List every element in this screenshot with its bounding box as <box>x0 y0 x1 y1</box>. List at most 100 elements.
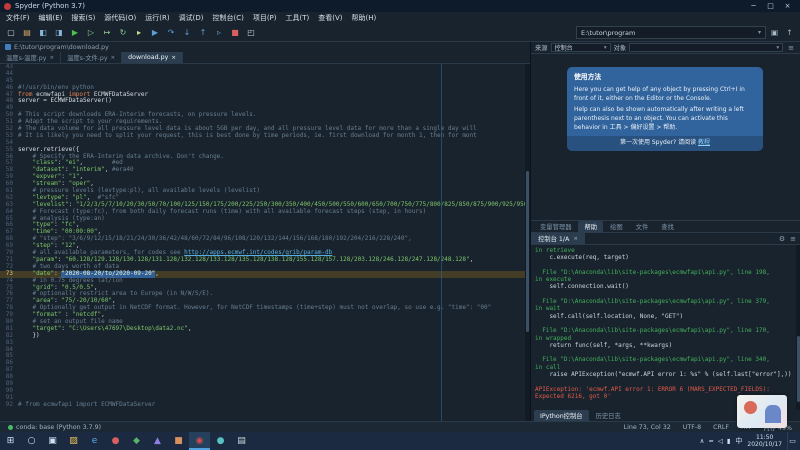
menu-item[interactable]: 编辑(E) <box>39 13 63 23</box>
menu-item[interactable]: 文件(F) <box>6 13 30 23</box>
code-line[interactable]: 88 <box>0 374 530 381</box>
menu-item[interactable]: 帮助(H) <box>352 13 377 23</box>
open-file-button[interactable]: ▤ <box>20 26 34 40</box>
menu-item[interactable]: 调试(D) <box>179 13 204 23</box>
code-line[interactable]: 87 <box>0 367 530 374</box>
code-line[interactable]: 89 <box>0 381 530 388</box>
taskbar-app[interactable]: ● <box>210 432 231 450</box>
console-tab-ipython-console[interactable]: IPython控制台 <box>534 410 589 422</box>
scrollbar-thumb[interactable] <box>526 171 529 332</box>
menu-item[interactable]: 项目(P) <box>253 13 277 23</box>
debug-button[interactable]: ▶ <box>148 26 162 40</box>
run-button[interactable]: ▶ <box>68 26 82 40</box>
editor-tab[interactable]: 温度s-温度.py× <box>0 52 61 63</box>
taskbar-app-file-explorer[interactable]: ▨ <box>63 432 84 450</box>
tutorial-link[interactable]: 教程 <box>698 139 710 146</box>
taskbar-app[interactable]: ■ <box>168 432 189 450</box>
language-indicator[interactable]: 中 <box>735 436 742 446</box>
help-toolbar: 来源 控制台 ▾ 对象 ▾ ≡ <box>531 42 800 54</box>
close-icon[interactable]: × <box>111 55 116 61</box>
taskbar-app[interactable]: ▤ <box>231 432 252 450</box>
console-tab-history-log[interactable]: 历史日志 <box>590 410 627 422</box>
help-source-combo[interactable]: 控制台 ▾ <box>551 43 611 52</box>
parent-directory-button[interactable]: ↑ <box>783 28 796 37</box>
code-line[interactable]: 81 "target": "C:\Users\47697\Desktop\dat… <box>0 326 530 333</box>
tray-network-icon[interactable]: ≈ <box>708 437 713 445</box>
code-line[interactable]: 65 # analysis (type:an) <box>0 216 530 223</box>
tray-chevron-icon[interactable]: ∧ <box>700 437 705 445</box>
console-line: in execute <box>535 276 800 283</box>
taskbar-app[interactable]: ◆ <box>126 432 147 450</box>
search-button[interactable]: ○ <box>21 432 42 450</box>
close-icon[interactable]: × <box>573 236 578 242</box>
editor-tab[interactable]: 温度s-文件.py× <box>61 52 122 63</box>
console-tab[interactable]: 控制台 1/A × <box>531 233 585 244</box>
taskbar-app-edge[interactable]: e <box>84 432 105 450</box>
step-button[interactable]: ↷ <box>164 26 178 40</box>
maximize-pane-button[interactable]: ◰ <box>244 26 258 40</box>
menu-item[interactable]: 工具(T) <box>286 13 310 23</box>
panel-tab-help[interactable]: 帮助 <box>578 221 603 233</box>
save-button[interactable]: ◧ <box>36 26 50 40</box>
code-line[interactable]: 86 <box>0 360 530 367</box>
help-object-combo[interactable]: ▾ <box>629 43 783 52</box>
minimize-button[interactable]: ─ <box>745 0 762 12</box>
tray-volume-icon[interactable]: ◁ <box>718 437 723 445</box>
code-line[interactable]: 44 <box>0 71 530 78</box>
console-scrollbar[interactable] <box>796 245 800 410</box>
code-line[interactable]: 43 <box>0 64 530 71</box>
step-return-button[interactable]: ↑ <box>196 26 210 40</box>
stop-button[interactable]: ■ <box>228 26 242 40</box>
panel-tab-variable-explorer[interactable]: 变量管理器 <box>534 221 577 233</box>
close-icon[interactable]: × <box>49 55 54 61</box>
code-line[interactable]: 54 <box>0 140 530 147</box>
code-line[interactable]: 90 <box>0 388 530 395</box>
rerun-cell-button[interactable]: ↻ <box>116 26 130 40</box>
code-editor[interactable]: 43444546#!/usr/bin/env python47from ecmw… <box>0 64 530 421</box>
action-center-icon[interactable]: ▭ <box>787 432 797 450</box>
code-line[interactable]: 48server = ECMWFDataServer() <box>0 98 530 105</box>
options-menu-icon[interactable]: ≡ <box>786 44 796 52</box>
task-view-button[interactable]: ▣ <box>42 432 63 450</box>
taskbar-app-spyder[interactable]: ◉ <box>189 432 210 450</box>
code-line[interactable]: 82 }) <box>0 333 530 340</box>
editor-scrollbar[interactable] <box>525 64 530 421</box>
continue-button[interactable]: ▹ <box>212 26 226 40</box>
menu-item[interactable]: 查看(V) <box>318 13 342 23</box>
taskbar-app[interactable]: ▲ <box>147 432 168 450</box>
panel-tab-find[interactable]: 查找 <box>655 221 680 233</box>
code-line[interactable]: 85 <box>0 353 530 360</box>
code-line[interactable]: 83 <box>0 340 530 347</box>
code-line[interactable]: 68 # "step": "3/6/9/12/15/18/21/24/30/36… <box>0 236 530 243</box>
panel-tab-plots[interactable]: 绘图 <box>604 221 629 233</box>
editor-tab[interactable]: download.py× <box>122 52 183 63</box>
menu-item[interactable]: 搜索(S) <box>71 13 95 23</box>
run-cell-advance-button[interactable]: ↦ <box>100 26 114 40</box>
step-into-button[interactable]: ↓ <box>180 26 194 40</box>
tray-battery-icon[interactable]: ▮ <box>727 437 731 445</box>
close-icon[interactable]: × <box>171 55 176 61</box>
working-directory-combo[interactable]: E:\tutor\program ▾ <box>576 26 766 39</box>
new-file-button[interactable]: ▢ <box>4 26 18 40</box>
options-menu-icon[interactable]: ≡ <box>790 235 796 243</box>
code-line[interactable]: 84 <box>0 347 530 354</box>
gear-icon[interactable]: ⚙ <box>779 235 785 243</box>
taskbar-clock[interactable]: 11:50 2020/10/17 <box>747 434 782 448</box>
close-button[interactable]: × <box>779 0 796 12</box>
ipython-console-output[interactable]: in retrieve c.execute(req, target) File … <box>531 245 800 410</box>
menu-item[interactable]: 源代码(O) <box>104 13 136 23</box>
run-cell-button[interactable]: ▷ <box>84 26 98 40</box>
panel-tab-files[interactable]: 文件 <box>630 221 655 233</box>
menu-item[interactable]: 运行(R) <box>145 13 169 23</box>
maximize-button[interactable]: □ <box>762 0 779 12</box>
start-button[interactable]: ⊞ <box>0 432 21 450</box>
code-line[interactable]: 92# from ecmwfapi import ECMWFDataServer <box>0 402 530 409</box>
spyder-window: Spyder (Python 3.7) ─ □ × 文件(F)编辑(E)搜索(S… <box>0 0 800 450</box>
run-selection-button[interactable]: ▸ <box>132 26 146 40</box>
browse-directory-button[interactable]: ▣ <box>768 28 781 37</box>
line-number[interactable]: 92 <box>0 402 18 409</box>
code-line[interactable]: 53# It is likely you need to split your … <box>0 133 530 140</box>
taskbar-app[interactable]: ● <box>105 432 126 450</box>
menu-item[interactable]: 控制台(C) <box>212 13 243 23</box>
save-all-button[interactable]: ◨ <box>52 26 66 40</box>
